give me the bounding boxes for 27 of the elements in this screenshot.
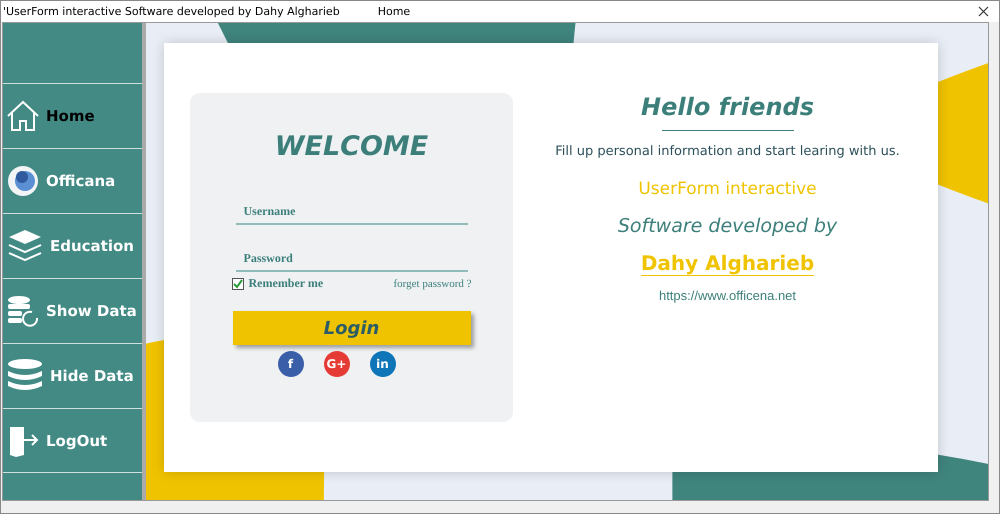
forgot-password-link[interactable]: forget password ?	[394, 278, 472, 290]
window-title: 'UserForm interactive Software developed by Dahy Algharieb	[3, 5, 340, 18]
sidebar-item[interactable]: Home	[3, 83, 142, 148]
close-icon[interactable]	[978, 6, 989, 17]
window-caption: Home	[378, 5, 410, 18]
checkmark-icon	[232, 278, 242, 288]
crescent-logo-icon	[6, 164, 40, 198]
sidebar-item[interactable]: Education	[3, 213, 142, 278]
social-button[interactable]: f	[278, 351, 304, 377]
house-icon	[6, 99, 40, 133]
social-button[interactable]: G+	[324, 351, 350, 377]
greeting-title: Hello friends	[641, 93, 814, 121]
product-name: UserForm interactive	[638, 179, 817, 199]
database-refresh-icon	[6, 294, 40, 328]
remember-checkbox[interactable]: Remember me	[232, 276, 324, 291]
password-field[interactable]: Password	[236, 247, 468, 272]
subtitle-text: Fill up personal information and start learing with us.	[555, 144, 900, 159]
sidebar-item[interactable]: Show Data	[3, 278, 142, 343]
website-link[interactable]: https://www.officena.net	[658, 288, 796, 303]
welcome-heading: WELCOME	[274, 131, 428, 162]
sidebar-item[interactable]: LogOut	[3, 408, 142, 473]
developed-by-text: Software developed by	[618, 215, 838, 237]
social-button[interactable]: in	[370, 351, 396, 377]
login-button[interactable]: Login	[232, 311, 470, 345]
username-field[interactable]: Username	[236, 200, 468, 225]
sidebar-item[interactable]: Officana	[3, 148, 142, 213]
sidebar-item[interactable]: Hide Data	[3, 343, 142, 408]
